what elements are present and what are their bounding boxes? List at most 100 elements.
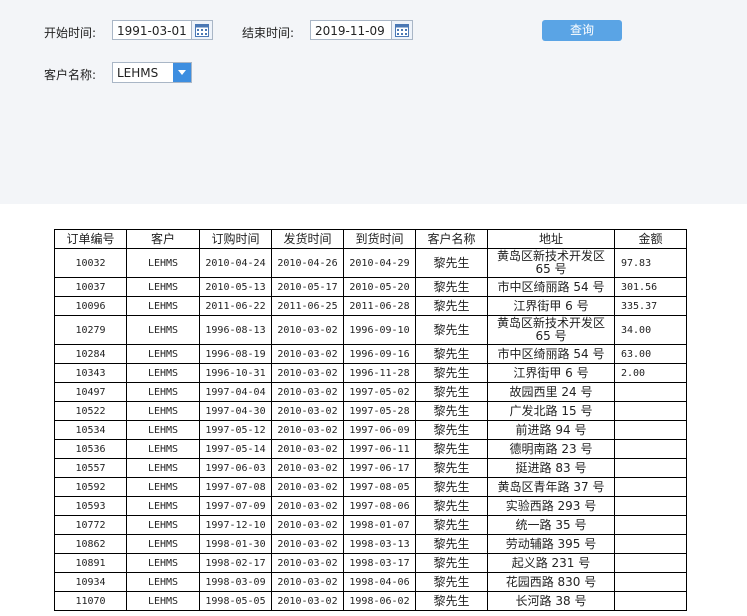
table-cell: 1997-06-03 [199,458,272,478]
table-cell: 黄岛区新技术开发区 65 号 [487,315,615,345]
customer-select-value: LEHMS [117,66,159,80]
table-cell: 1998-03-09 [199,572,272,592]
table-cell: 江界街甲 6 号 [487,363,615,383]
table-cell: 1998-02-17 [199,553,272,573]
table-cell: 1996-09-10 [343,315,416,345]
table-cell: 德明南路 23 号 [487,439,615,459]
table-cell: 1997-07-09 [199,496,272,516]
table-cell: 江界街甲 6 号 [487,296,615,316]
table-cell: 实验西路 293 号 [487,496,615,516]
table-row: 10772 LEHMS 1997-12-10 2010-03-02 1998-01-07… [54,515,687,535]
table-cell: 黎先生 [415,248,488,278]
table-cell: 2010-03-02 [271,572,344,592]
table-cell: 黎先生 [415,420,488,440]
table-cell: LEHMS [126,363,200,383]
orders-table: 订单编号 客户 订购时间 发货时间 到货时间 客户名称 地址 金额 10032 LEHMS 201… [54,229,687,611]
table-cell: 2010-04-26 [271,248,344,278]
table-row: 10891 LEHMS 1998-02-17 2010-03-02 1998-03-17… [54,553,687,573]
table-cell: LEHMS [126,248,200,278]
table-cell: 1997-05-12 [199,420,272,440]
table-cell: 2010-03-02 [271,553,344,573]
table-cell: 市中区绮丽路 54 号 [487,344,615,364]
table-cell: 10862 [54,534,127,554]
table-cell: 长河路 38 号 [487,591,615,611]
table-cell: 2010-05-20 [343,277,416,297]
end-date-input[interactable]: 2019-11-09 [310,20,413,40]
table-cell: 统一路 35 号 [487,515,615,535]
table-cell: 花园西路 830 号 [487,572,615,592]
table-cell [614,534,687,554]
table-cell: 市中区绮丽路 54 号 [487,277,615,297]
table-cell: 黎先生 [415,477,488,497]
table-cell: LEHMS [126,277,200,297]
table-cell: 2010-03-02 [271,315,344,345]
table-cell: 1998-03-13 [343,534,416,554]
table-cell: LEHMS [126,458,200,478]
table-cell: 2010-03-02 [271,458,344,478]
query-button[interactable]: 查询 [542,20,622,41]
table-cell: 1997-07-08 [199,477,272,497]
table-cell: LEHMS [126,420,200,440]
table-row: 10862 LEHMS 1998-01-30 2010-03-02 1998-03-13… [54,534,687,554]
start-date-label: 开始时间: [44,26,97,40]
table-cell: 1996-08-19 [199,344,272,364]
table-cell: 1998-04-06 [343,572,416,592]
table-cell: 2010-05-13 [199,277,272,297]
table-cell: LEHMS [126,382,200,402]
table-cell: 故园西里 24 号 [487,382,615,402]
table-cell [614,477,687,497]
table-cell: 2010-03-02 [271,477,344,497]
table-cell [614,458,687,478]
table-cell: LEHMS [126,515,200,535]
table-row: 10557 LEHMS 1997-06-03 2010-03-02 1997-06-17… [54,458,687,478]
table-cell: 广发北路 15 号 [487,401,615,421]
table-cell [614,591,687,611]
table-header-row: 订单编号 客户 订购时间 发货时间 到货时间 客户名称 地址 金额 [54,229,687,249]
end-date-value: 2019-11-09 [315,24,385,38]
table-row: 10593 LEHMS 1997-07-09 2010-03-02 1997-08-06… [54,496,687,516]
table-cell: 1998-03-17 [343,553,416,573]
table-cell: 黄岛区青年路 37 号 [487,477,615,497]
table-cell: 黎先生 [415,382,488,402]
table-cell: 301.56 [614,277,687,297]
table-cell: 2010-04-29 [343,248,416,278]
table-cell: 1997-08-05 [343,477,416,497]
table-cell: 1996-11-28 [343,363,416,383]
table-cell: 1997-08-06 [343,496,416,516]
table-cell [614,572,687,592]
table-cell: 2010-05-17 [271,277,344,297]
table-cell [614,401,687,421]
table-cell: 黎先生 [415,591,488,611]
table-cell: 1998-05-05 [199,591,272,611]
table-cell: 2.00 [614,363,687,383]
filter-panel: 开始时间: 1991-03-01 结束时间: 2019-11-09 查询 客户名… [0,0,747,204]
table-cell: LEHMS [126,591,200,611]
column-header: 订购时间 [199,229,272,249]
table-cell: 1996-09-16 [343,344,416,364]
table-row: 10284 LEHMS 1996-08-19 2010-03-02 1996-09-16… [54,344,687,364]
table-cell: 黎先生 [415,277,488,297]
calendar-icon[interactable] [391,21,412,39]
table-cell: 2011-06-22 [199,296,272,316]
column-header: 客户名称 [415,229,488,249]
calendar-icon[interactable] [191,21,212,39]
table-cell: LEHMS [126,534,200,554]
table-cell: 1998-01-07 [343,515,416,535]
chevron-down-icon[interactable] [173,63,191,82]
customer-select[interactable]: LEHMS [112,62,192,83]
table-cell: 63.00 [614,344,687,364]
table-cell: LEHMS [126,477,200,497]
table-cell: 10592 [54,477,127,497]
customer-name-label: 客户名称: [44,68,97,82]
table-row: 10096 LEHMS 2011-06-22 2011-06-25 2011-06-28… [54,296,687,316]
table-cell: 前进路 94 号 [487,420,615,440]
table-cell: 1997-12-10 [199,515,272,535]
table-cell: LEHMS [126,401,200,421]
table-row: 11070 LEHMS 1998-05-05 2010-03-02 1998-06-02… [54,591,687,611]
table-cell: 1997-04-04 [199,382,272,402]
start-date-value: 1991-03-01 [117,24,187,38]
end-date-label: 结束时间: [242,26,295,40]
table-cell: LEHMS [126,315,200,345]
start-date-input[interactable]: 1991-03-01 [112,20,213,40]
table-cell: 10536 [54,439,127,459]
